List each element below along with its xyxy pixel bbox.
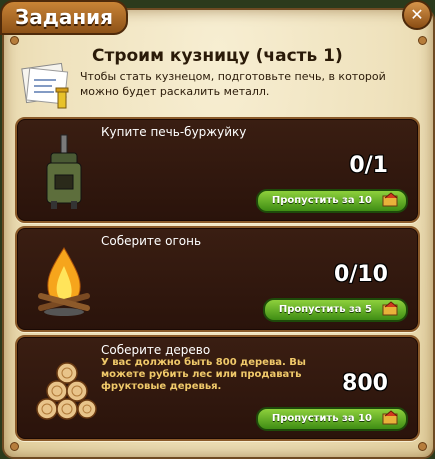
task-progress: 0/10 [334, 262, 388, 287]
task-progress: 0/1 [349, 153, 388, 178]
task-card: Соберите огонь 0/10 Пропустить за 5 [15, 226, 420, 332]
quest-title: Строим кузницу (часть 1) [92, 46, 343, 66]
wood-logs-icon [36, 362, 97, 420]
stove-icon [46, 134, 82, 209]
task-progress: 800 [342, 371, 388, 396]
task-card: Соберите дерево У вас должно быть 800 де… [15, 335, 420, 441]
corner-rivet [10, 442, 19, 451]
skip-button-label: Пропустить за 5 [278, 304, 372, 315]
blueprint-paper-icon [21, 62, 69, 109]
campfire-icon [38, 247, 90, 316]
skip-task-button[interactable]: Пропустить за 10 [255, 189, 408, 213]
currency-icon [382, 301, 398, 316]
window-tab-title: Задания [0, 0, 128, 35]
corner-rivet [418, 442, 427, 451]
quest-description: Чтобы стать кузнецом, подготовьте печь, … [80, 70, 386, 98]
skip-task-button[interactable]: Пропустить за 10 [255, 407, 408, 431]
skip-button-label: Пропустить за 10 [271, 195, 372, 206]
currency-icon [382, 410, 398, 425]
task-subtitle: У вас должно быть 800 дерева. Вы можете … [101, 357, 306, 392]
task-title: Соберите огонь [101, 234, 202, 248]
close-button[interactable]: ✕ [402, 0, 432, 30]
task-card: Купите печь-буржуйку 0/1 Пропустить за 1… [15, 117, 420, 223]
task-title: Соберите дерево [101, 343, 211, 357]
task-title: Купите печь-буржуйку [101, 125, 247, 139]
skip-task-button[interactable]: Пропустить за 5 [262, 298, 408, 322]
currency-icon [382, 192, 398, 207]
corner-rivet [418, 36, 427, 45]
corner-rivet [10, 36, 19, 45]
skip-button-label: Пропустить за 10 [271, 413, 372, 424]
